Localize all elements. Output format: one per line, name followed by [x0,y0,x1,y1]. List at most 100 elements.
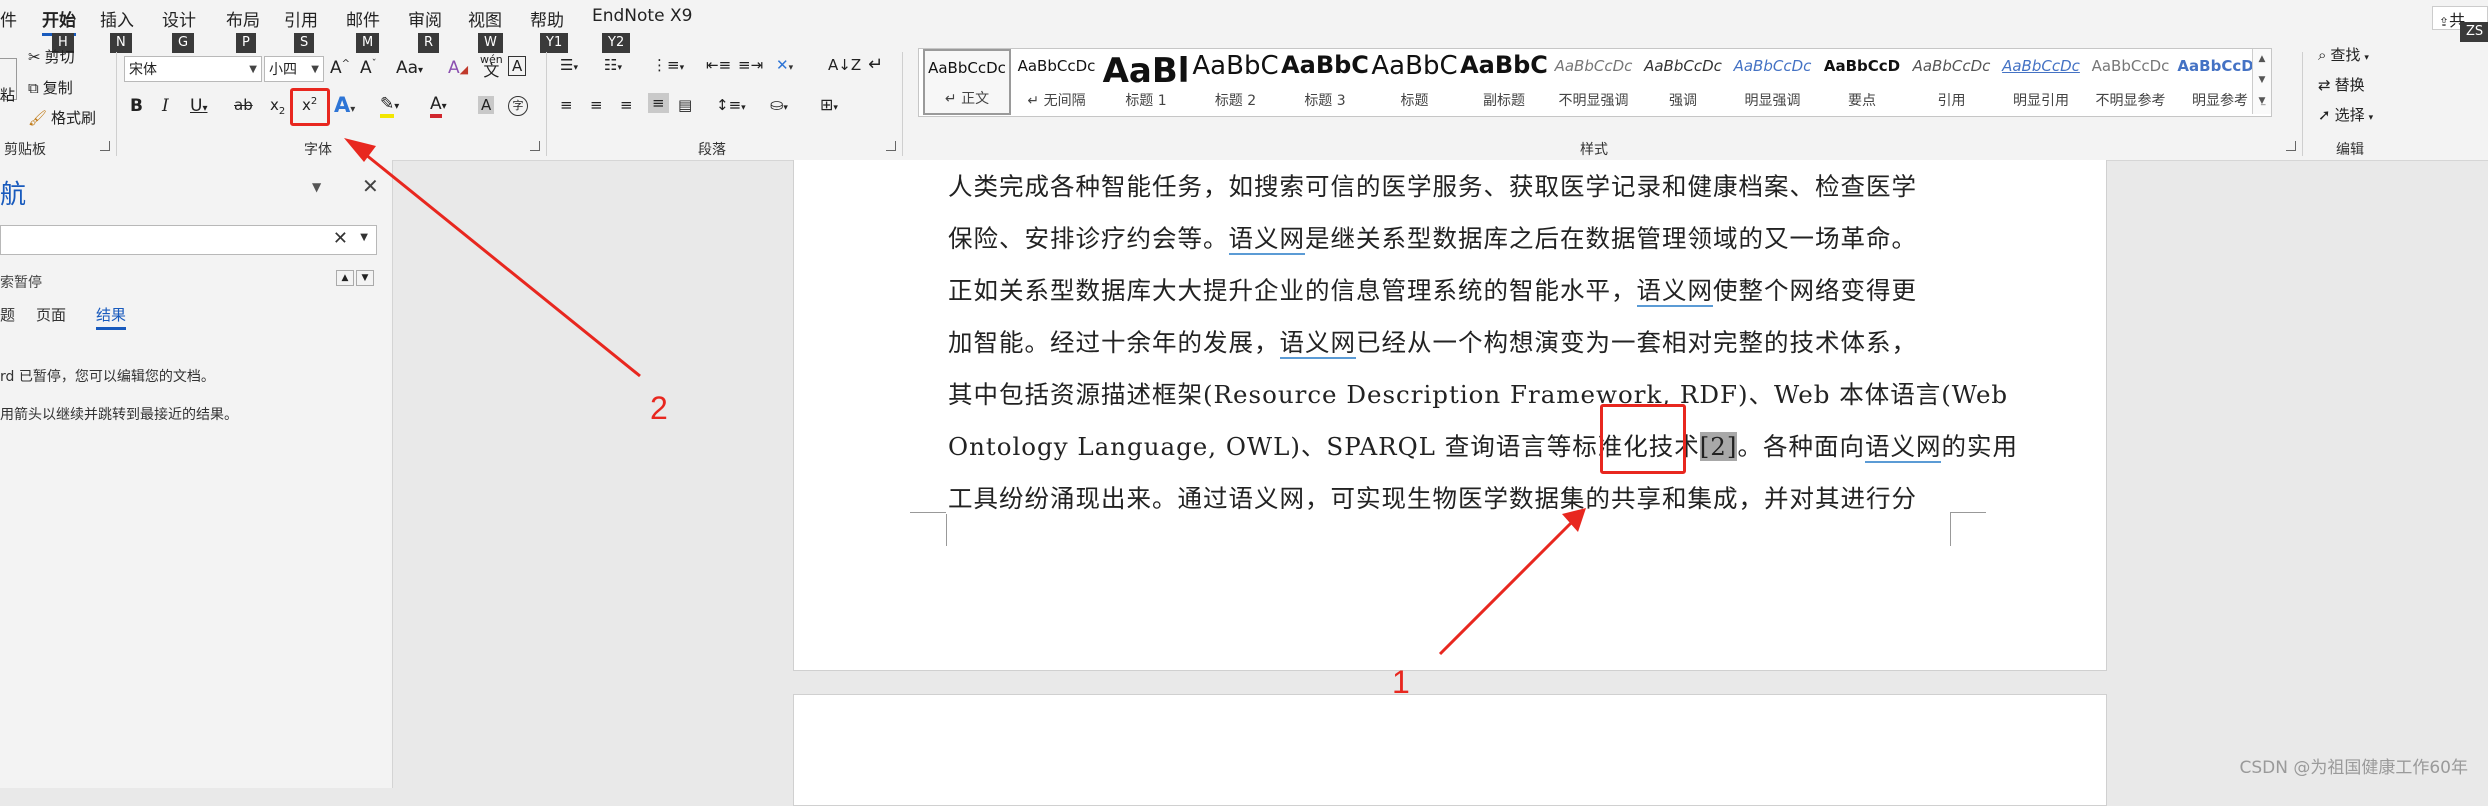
keytip-9: Y1 [540,33,569,53]
style-item[interactable]: AaBbCcDc 明显参考 [2176,49,2264,115]
tab-2[interactable]: 插入 [100,6,134,31]
document-page[interactable]: 人类完成各种智能任务，如搜索可信的医学服务、获取医学记录和健康档案、检查医学 保险… [793,160,2107,671]
clipboard-launcher-icon[interactable] [100,141,110,151]
previous-result-icon[interactable]: ▲ [336,270,354,286]
more-icon[interactable]: ▼̲ [2253,91,2271,112]
style-item[interactable]: AaBbCcD 要点 [1818,49,1906,115]
style-item[interactable]: AaBbCcDc 明显引用 [1997,49,2085,115]
tab-9[interactable]: 帮助 [530,6,564,31]
next-result-icon[interactable]: ▼ [356,270,374,286]
align-left-icon[interactable]: ≡ [560,96,573,114]
tab-10[interactable]: EndNote X9 [592,6,692,26]
nav-search-input[interactable]: ✕ ▼ [0,225,377,255]
phonetic-guide-icon[interactable]: wén 文 [480,54,503,79]
tab-5[interactable]: 引用 [284,6,318,31]
distributed-icon[interactable]: ▤ [678,96,692,114]
styles-gallery: AaBbCcDc ↵ 正文 AaBbCcDc ↵ 无间隔 AaBl 标题 1 AaBbC 标题… [918,48,2272,117]
nav-options-icon[interactable]: ▼ [312,180,321,194]
font-name-dropdown[interactable]: 宋体 ▼ [124,56,262,82]
borders-icon[interactable]: ⊞▾ [820,95,838,114]
select-button[interactable]: ➚ 选择 ▾ [2318,104,2373,125]
paragraph-launcher-icon[interactable] [886,141,896,151]
clear-search-icon[interactable]: ✕ [333,228,348,249]
enclose-characters-icon[interactable]: 字 [508,96,528,116]
italic-button[interactable]: I [162,96,169,116]
font-launcher-icon[interactable] [530,141,540,151]
style-item[interactable]: AaBbC 标题 [1371,49,1459,115]
document-page-2[interactable] [793,694,2107,806]
style-name: 明显参考 [2192,93,2248,109]
cut-button[interactable]: ✂ 剪切 [28,46,75,67]
increase-indent-icon[interactable]: ≡⇥ [738,56,763,74]
style-item[interactable]: AaBl 标题 1 [1102,49,1190,115]
style-sample: AaBbCcD [1823,57,1901,75]
font-size-dropdown[interactable]: 小四 ▼ [264,56,324,82]
find-button[interactable]: ⌕ 查找 ▾ [2318,44,2369,65]
tab-6[interactable]: 邮件 [346,6,380,31]
grow-font-icon[interactable]: A^ [330,58,350,78]
clear-formatting-icon[interactable]: A◢ [448,58,468,78]
copy-button[interactable]: ⧉ 复制 [28,77,73,98]
format-painter-button[interactable]: 🖌 格式刷 [28,107,96,128]
close-icon[interactable]: ✕ [362,174,379,198]
style-sample: AaBbCcDc [928,59,1006,77]
text-line: 人类完成各种智能任务，如搜索可信的医学服务、获取医学记录和健康档案、检查医学 [948,168,1948,203]
style-sample: AaBl [1102,51,1190,91]
line-spacing-icon[interactable]: ↕≡▾ [716,96,746,114]
align-center-icon[interactable]: ≡ [590,96,603,114]
character-border-icon[interactable]: A [508,56,527,76]
tab-0[interactable]: 件 [0,6,17,31]
paint-bucket-icon[interactable]: ⛀▾ [770,95,788,114]
bullets-icon[interactable]: ☰▾ [560,56,578,74]
style-sample: AaBbCcDc [1733,57,1812,75]
justify-icon[interactable]: ≡ [648,93,669,113]
multilevel-list-icon[interactable]: ⋮≡▾ [652,56,684,74]
style-item[interactable]: AaBbCcDc ↵ 无间隔 [1013,49,1101,115]
style-item[interactable]: AaBbC 副标题 [1460,49,1548,115]
style-item[interactable]: AaBbCcDc 引用 [1908,49,1996,115]
text-run: 加智能。经过十余年的发展， [948,328,1280,357]
semantic-web-term: 语义网 [1228,224,1305,255]
tab-8[interactable]: 视图 [468,6,502,31]
tab-1[interactable]: 开始 [42,6,76,36]
chevron-down-icon[interactable]: ▼ [360,232,368,243]
style-item[interactable]: AaBbCcDc 明显强调 [1729,49,1817,115]
replace-button[interactable]: ⇄ 替换 [2318,74,2365,95]
chevron-down-icon[interactable]: ▼ [2253,70,2271,91]
style-item[interactable]: AaBbCcDc ↵ 正文 [923,49,1011,115]
tab-7[interactable]: 审阅 [408,6,442,31]
keytip-5: S [294,33,315,53]
highlight-color-icon[interactable]: ✎▾ [380,94,399,118]
bold-button[interactable]: B [130,96,143,116]
underline-button[interactable]: U▾ [190,96,207,116]
style-item[interactable]: AaBbCcDc 不明显强调 [1550,49,1638,115]
align-right-icon[interactable]: ≡ [620,96,633,114]
nav-tab-headings[interactable]: 题 [0,304,15,325]
gallery-scroll[interactable]: ▲ ▼ ▼̲ [2252,49,2271,114]
tab-3[interactable]: 设计 [162,6,196,31]
show-marks-icon[interactable]: ↵ [868,54,883,75]
nav-message-1: rd 已暂停，您可以编辑您的文档。 [0,369,215,385]
chinese-layout-icon[interactable]: ✕▾ [776,56,793,74]
style-item[interactable]: AaBbC 标题 2 [1192,49,1280,115]
style-item[interactable]: AaBbCcDc 强调 [1639,49,1727,115]
subscript-button[interactable]: x2 [270,96,285,117]
style-item[interactable]: AaBbCcDc 不明显参考 [2087,49,2175,115]
styles-launcher-icon[interactable] [2286,141,2296,151]
change-case-icon[interactable]: Aa▾ [396,58,423,78]
nav-tab-results[interactable]: 结果 [96,304,127,330]
font-color-icon[interactable]: A▾ [430,94,447,118]
sort-icon[interactable]: A↓Z [828,56,861,74]
chevron-up-icon[interactable]: ▲ [2253,49,2271,70]
decrease-indent-icon[interactable]: ⇤≡ [706,56,731,74]
tab-4[interactable]: 布局 [226,6,260,31]
style-item[interactable]: AaBbC 标题 3 [1281,49,1369,115]
text-line: 其中包括资源描述框架(Resource Description Framewor… [948,376,2007,411]
nav-tab-pages[interactable]: 页面 [36,304,66,325]
character-shading-icon[interactable]: A [478,96,495,114]
strikethrough-button[interactable]: ab [234,96,253,114]
numbering-icon[interactable]: ☷▾ [604,56,622,74]
text-effects-icon[interactable]: A▾ [334,93,355,117]
shrink-font-icon[interactable]: Aˇ [360,58,377,78]
keytip-2: N [110,33,132,53]
